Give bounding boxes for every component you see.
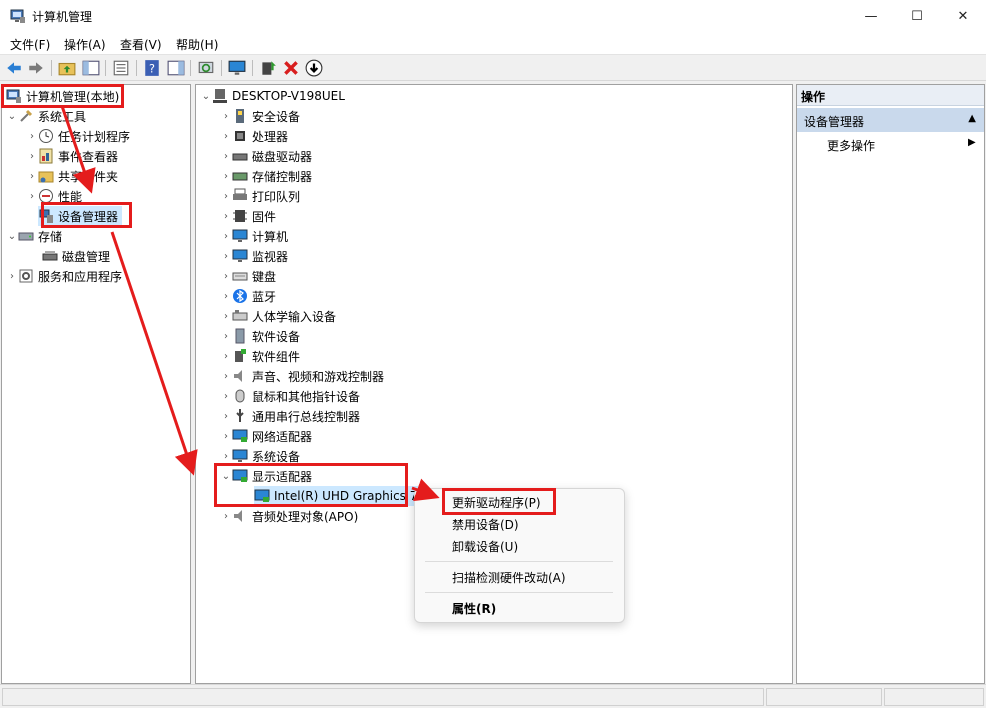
annotation-arrow bbox=[110, 231, 198, 476]
annotation-arrow bbox=[411, 478, 440, 502]
annotation-arrows bbox=[60, 105, 440, 502]
annotation-arrow bbox=[60, 105, 96, 194]
